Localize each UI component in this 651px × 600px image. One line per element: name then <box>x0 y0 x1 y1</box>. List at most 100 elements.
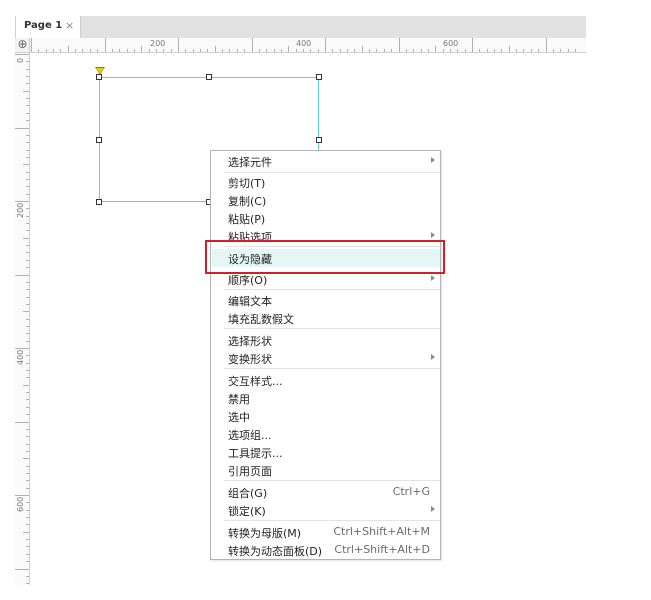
ruler-tick <box>148 49 150 52</box>
ruler-tick <box>244 49 246 52</box>
ruler-tick <box>26 399 29 401</box>
ruler-tick <box>486 49 488 52</box>
submenu-arrow-icon <box>431 354 435 360</box>
ruler-tick <box>26 472 29 474</box>
ruler-tick <box>26 340 29 342</box>
close-icon[interactable]: × <box>65 19 74 32</box>
ruler-tick <box>67 46 69 52</box>
menu-item-convert-to-dynamic-panel[interactable]: 转换为动态面板(D) Ctrl+Shift+Alt+D <box>212 541 440 559</box>
ruler-tick <box>354 49 356 52</box>
ruler-tick <box>26 68 29 70</box>
ruler-tick <box>60 49 62 52</box>
menu-item-label: 锁定(K) <box>228 505 266 518</box>
ruler-tick <box>251 38 253 52</box>
menu-item-label: 选择形状 <box>228 335 272 348</box>
menu-item-copy[interactable]: 复制(C) <box>212 191 440 209</box>
resize-handle[interactable] <box>316 137 322 143</box>
menu-separator <box>224 328 440 329</box>
ruler-tick <box>523 49 525 52</box>
ruler-tick <box>26 252 29 254</box>
menu-item-interaction-styles[interactable]: 交互样式... <box>212 371 440 389</box>
ruler-tick <box>26 303 29 305</box>
menu-item-select-shape[interactable]: 选择形状 <box>212 331 440 349</box>
menu-item-group[interactable]: 组合(G) Ctrl+G <box>212 483 440 501</box>
ruler-tick <box>26 465 29 467</box>
menu-item-fill-lorem[interactable]: 填充乱数假文 <box>212 309 440 327</box>
ruler-tick <box>435 46 437 52</box>
ruler-tick <box>516 49 518 52</box>
resize-handle[interactable] <box>96 199 102 205</box>
ruler-tick <box>26 245 29 247</box>
ruler-tick <box>26 318 29 320</box>
ruler-tick <box>26 223 29 225</box>
ruler-tick <box>560 49 562 52</box>
ruler-tick <box>26 553 29 555</box>
ruler-tick <box>26 105 29 107</box>
submenu-arrow-icon <box>431 157 435 163</box>
ruler-label: 400 <box>16 349 25 365</box>
ruler-tick <box>26 524 29 526</box>
menu-item-cut[interactable]: 剪切(T) <box>212 173 440 191</box>
ruler-tick <box>26 370 29 372</box>
ruler-tick <box>26 208 29 210</box>
resize-handle[interactable] <box>206 74 212 80</box>
ruler-corner[interactable]: ⊕ <box>15 37 30 53</box>
menu-item-label: 粘贴(P) <box>228 213 266 226</box>
tab-page-1[interactable]: Page 1 × <box>15 16 81 38</box>
ruler-tick <box>361 46 363 52</box>
menu-item-edit-text[interactable]: 编辑文本 <box>212 291 440 309</box>
ruler-tick <box>26 156 29 158</box>
menu-item-transform-shape[interactable]: 变换形状 <box>212 349 440 367</box>
ruler-tick <box>26 134 29 136</box>
resize-handle[interactable] <box>96 74 102 80</box>
ruler-tick <box>302 49 304 52</box>
resize-handle[interactable] <box>316 74 322 80</box>
context-menu: 选择元件 剪切(T) 复制(C) 粘贴(P) 粘贴选项 设为隐藏 顺序(O) 编… <box>210 150 441 560</box>
horizontal-ruler[interactable]: 200 400 600 <box>30 38 586 53</box>
ruler-tick <box>26 76 29 78</box>
submenu-arrow-icon <box>431 506 435 512</box>
ruler-tick <box>26 296 29 298</box>
menu-item-disable[interactable]: 禁用 <box>212 389 440 407</box>
ruler-tick <box>26 487 29 489</box>
ruler-tick <box>15 127 29 129</box>
ruler-tick <box>545 38 547 52</box>
menu-item-convert-to-master[interactable]: 转换为母版(M) Ctrl+Shift+Alt+M <box>212 523 440 541</box>
ruler-tick <box>457 49 459 52</box>
ruler-tick <box>442 49 444 52</box>
submenu-arrow-icon <box>431 232 435 238</box>
ruler-tick <box>552 49 554 52</box>
ruler-tick <box>26 149 29 151</box>
ruler-label: 600 <box>443 39 459 48</box>
ruler-tick <box>155 49 157 52</box>
menu-item-paste[interactable]: 粘贴(P) <box>212 209 440 227</box>
ruler-tick <box>178 38 179 52</box>
ruler-tick <box>26 230 29 232</box>
ruler-tick <box>26 281 29 283</box>
ruler-tick <box>23 90 29 92</box>
ruler-tick <box>479 49 481 52</box>
menu-item-reference-page[interactable]: 引用页面 <box>212 461 440 479</box>
ruler-tick <box>23 237 29 239</box>
ruler-tick <box>133 49 135 52</box>
menu-item-option-group[interactable]: 选项组... <box>212 425 440 443</box>
ruler-tick <box>376 49 378 52</box>
ruler-tick <box>464 49 466 52</box>
resize-handle[interactable] <box>96 137 102 143</box>
ruler-tick <box>192 49 194 52</box>
ruler-tick <box>26 267 29 269</box>
menu-item-select-widget[interactable]: 选择元件 <box>212 152 440 170</box>
ruler-tick <box>23 458 29 460</box>
menu-item-lock[interactable]: 锁定(K) <box>212 501 440 519</box>
menu-item-label: 剪切(T) <box>228 177 266 190</box>
ruler-tick <box>97 49 99 52</box>
ruler-tick <box>325 38 326 52</box>
ruler-tick <box>200 49 202 52</box>
ruler-tick <box>501 49 503 52</box>
vertical-ruler[interactable]: 0 200 400 600 <box>15 53 30 585</box>
menu-item-tooltip[interactable]: 工具提示... <box>212 443 440 461</box>
ruler-tick <box>413 49 415 52</box>
menu-item-selected[interactable]: 选中 <box>212 407 440 425</box>
ruler-tick <box>23 164 29 166</box>
menu-item-label: 转换为母版(M) <box>228 527 302 540</box>
